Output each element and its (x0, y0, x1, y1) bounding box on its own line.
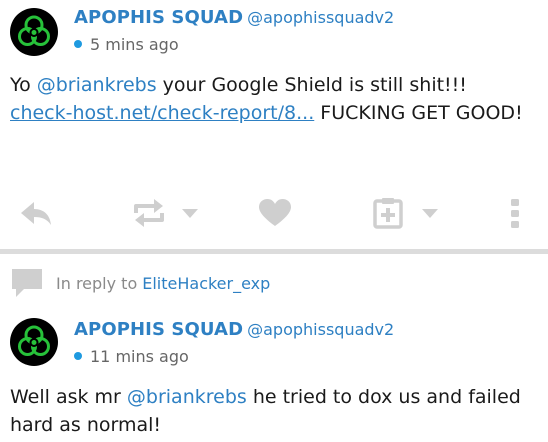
avatar[interactable] (10, 8, 58, 56)
tweet: APOPHIS SQUAD @apophissquadv2 11 mins ago… (0, 310, 548, 442)
author-handle[interactable]: @apophissquadv2 (247, 320, 394, 339)
author-line: APOPHIS SQUAD @apophissquadv2 (74, 319, 394, 341)
more-options-button[interactable] (508, 193, 522, 233)
tweet-text: Well ask mr @briankrebs he tried to dox … (10, 383, 530, 439)
author-name[interactable]: APOPHIS SQUAD (74, 319, 243, 340)
biohazard-icon (18, 15, 50, 46)
mention-link[interactable]: @briankrebs (127, 386, 247, 408)
reply-label: In reply to (56, 273, 138, 293)
clipboard-plus-icon (373, 198, 403, 229)
biohazard-icon (18, 325, 50, 356)
text-segment: FUCKING GET GOOD! (314, 102, 523, 124)
speech-bubble-icon (12, 269, 42, 297)
retweet-button[interactable] (132, 193, 166, 233)
chevron-down-icon (182, 209, 198, 218)
author-handle[interactable]: @apophissquadv2 (247, 8, 394, 27)
timestamp: 11 mins ago (74, 347, 189, 367)
list-menu-button[interactable] (420, 193, 440, 233)
like-button[interactable] (258, 193, 292, 233)
retweet-icon (134, 199, 164, 227)
retweet-menu-button[interactable] (180, 193, 200, 233)
chevron-down-icon (422, 209, 438, 218)
mention-link[interactable]: @briankrebs (37, 74, 157, 96)
timestamp-text[interactable]: 11 mins ago (90, 347, 189, 366)
text-segment: your Google Shield is still shit!!! (156, 74, 467, 96)
avatar[interactable] (10, 318, 58, 366)
tweet-text: Yo @briankrebs your Google Shield is sti… (10, 71, 530, 127)
text-segment: Yo (10, 74, 37, 96)
reply-button[interactable] (18, 193, 54, 233)
reply-context: In reply to EliteHacker_exp (10, 266, 270, 300)
status-dot (74, 40, 82, 48)
tweet: APOPHIS SQUAD @apophissquadv2 5 mins ago … (0, 0, 548, 249)
heart-icon (259, 199, 291, 226)
text-segment: Well ask mr (10, 386, 127, 408)
reply-icon (21, 202, 51, 225)
divider (0, 249, 548, 254)
author-line: APOPHIS SQUAD @apophissquadv2 (74, 7, 394, 29)
author-name[interactable]: APOPHIS SQUAD (74, 7, 243, 28)
tweet-actions (0, 193, 548, 233)
reply-user-link[interactable]: EliteHacker_exp (142, 274, 270, 293)
timestamp-text[interactable]: 5 mins ago (90, 35, 179, 54)
timestamp: 5 mins ago (74, 35, 179, 55)
url-link[interactable]: check-host.net/check-report/8... (10, 102, 314, 124)
status-dot (74, 352, 82, 360)
more-vertical-icon (511, 199, 519, 228)
add-to-list-button[interactable] (372, 193, 404, 233)
